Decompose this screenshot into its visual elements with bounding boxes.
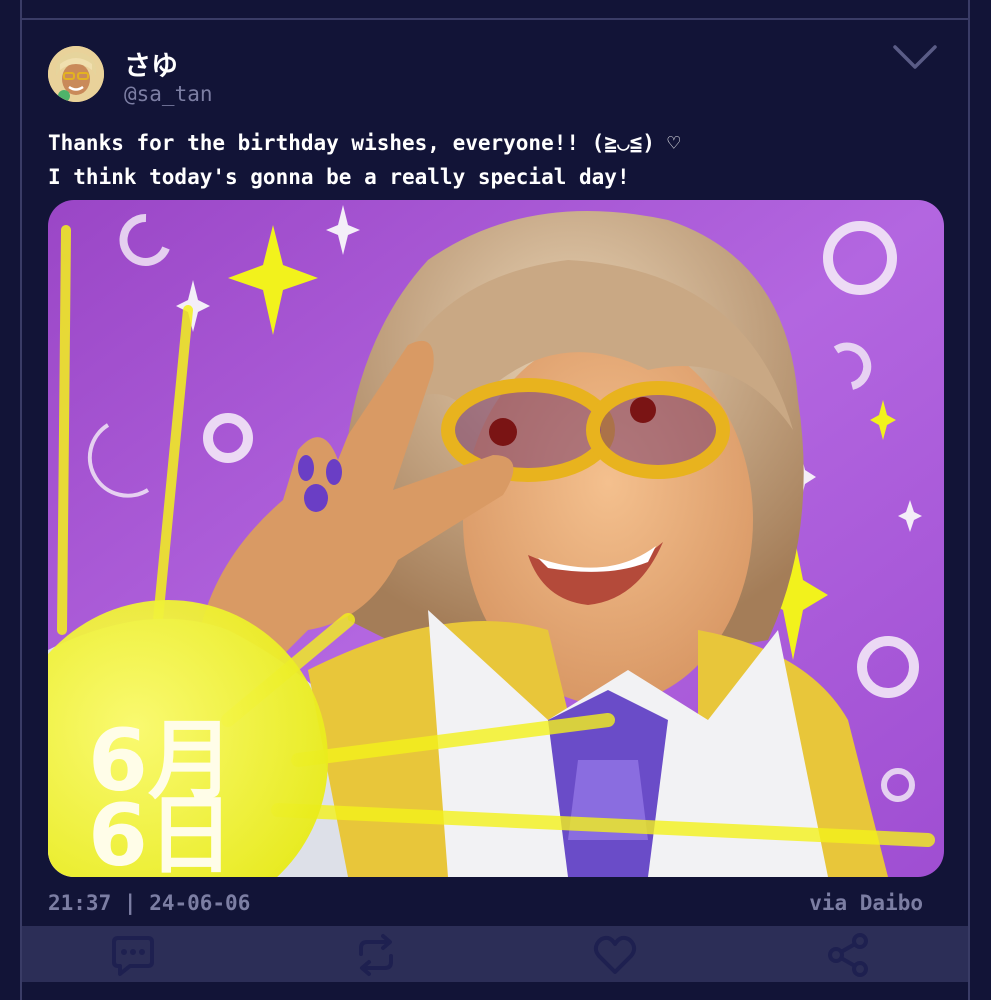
post-time: 21:37 bbox=[48, 891, 112, 915]
like-icon[interactable] bbox=[592, 932, 638, 978]
action-bar bbox=[22, 926, 968, 982]
user-handle[interactable]: @sa_tan bbox=[124, 82, 213, 106]
card-bottom bbox=[22, 982, 968, 1000]
previous-post-frame bbox=[20, 0, 970, 20]
reply-icon[interactable] bbox=[110, 932, 156, 978]
share-icon[interactable] bbox=[826, 932, 872, 978]
post-timestamp: 21:37 | 24-06-06 bbox=[48, 891, 250, 915]
post-date: 24-06-06 bbox=[149, 891, 251, 915]
post-source[interactable]: via Daibo bbox=[809, 891, 923, 915]
display-name[interactable]: さゆ bbox=[124, 44, 178, 83]
avatar[interactable] bbox=[48, 46, 104, 102]
repost-icon[interactable] bbox=[353, 932, 399, 978]
post-text: Thanks for the birthday wishes, everyone… bbox=[48, 131, 681, 189]
timestamp-separator: | bbox=[123, 891, 137, 915]
chevron-down-icon[interactable] bbox=[892, 42, 938, 72]
post-image[interactable]: 6月 6日 bbox=[48, 200, 944, 877]
image-date-day: 6日 bbox=[88, 786, 234, 877]
